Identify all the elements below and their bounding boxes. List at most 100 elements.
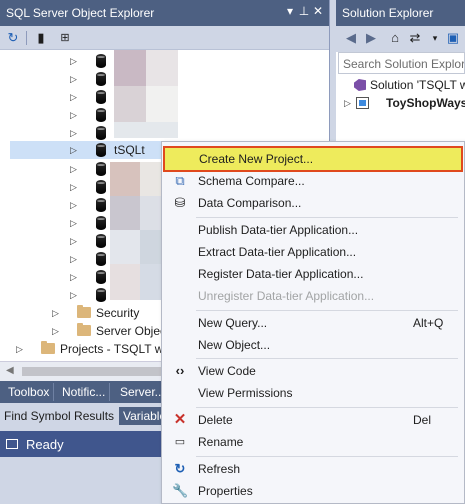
menu-item-create-new-project[interactable]: Create New Project... xyxy=(163,146,463,172)
expand-arrow-icon[interactable]: ▷ xyxy=(70,180,80,194)
menu-item-label: Properties xyxy=(198,484,253,498)
database-icon xyxy=(96,198,106,212)
pending-changes-icon[interactable]: ▣ xyxy=(444,29,462,47)
data-compare-icon: ⛁ xyxy=(174,195,186,210)
tab-notifications[interactable]: Notific... xyxy=(58,383,111,401)
redacted-name xyxy=(140,196,162,230)
menu-item-label: View Code xyxy=(198,364,256,378)
tree-row-label: tSQLt xyxy=(114,143,145,157)
expand-arrow-icon[interactable]: ▷ xyxy=(344,96,354,110)
schema-compare-icon: ⧉ xyxy=(175,173,185,188)
menu-item-label: Register Data-tier Application... xyxy=(198,267,364,281)
folder-icon xyxy=(77,323,91,336)
menu-separator xyxy=(196,310,458,311)
menu-item-label: Publish Data-tier Application... xyxy=(198,223,359,237)
menu-separator xyxy=(196,217,458,218)
add-server-icon[interactable]: ▮ xyxy=(32,29,50,47)
pin-icon[interactable]: ⊥ xyxy=(297,4,311,18)
close-icon[interactable]: ✕ xyxy=(311,4,325,18)
redacted-name xyxy=(146,50,178,86)
expand-arrow-icon[interactable]: ▷ xyxy=(70,72,80,86)
expand-arrow-icon[interactable]: ▷ xyxy=(70,162,80,176)
dropdown-icon[interactable]: ▾ xyxy=(426,29,444,47)
tab-toolbox[interactable]: Toolbox xyxy=(4,383,55,401)
tree-row-label: Projects - TSQLT wi xyxy=(60,342,167,356)
redacted-name xyxy=(110,162,140,196)
sync-icon[interactable]: ⇄ xyxy=(406,29,424,47)
redacted-name xyxy=(140,230,162,264)
expand-arrow-icon[interactable]: ▷ xyxy=(70,108,80,122)
menu-item-new-query[interactable]: New Query... Alt+Q xyxy=(164,312,462,334)
menu-separator xyxy=(196,358,458,359)
expand-arrow-icon[interactable]: ▷ xyxy=(52,324,62,338)
menu-item-new-object[interactable]: New Object... xyxy=(164,334,462,356)
expand-arrow-icon[interactable]: ▷ xyxy=(70,270,80,284)
home-icon[interactable]: ⌂ xyxy=(386,29,404,47)
forward-icon[interactable]: ▶ xyxy=(362,29,380,47)
expand-arrow-icon[interactable]: ▷ xyxy=(70,54,80,68)
solution-explorer-title-bar[interactable]: Solution Explorer xyxy=(336,0,465,26)
menu-item-refresh[interactable]: ↻ Refresh xyxy=(164,458,462,480)
menu-item-label: Schema Compare... xyxy=(198,174,305,188)
menu-item-label: New Object... xyxy=(198,338,271,352)
visual-studio-icon xyxy=(354,79,366,91)
redacted-name xyxy=(140,162,162,196)
expand-arrow-icon[interactable]: ▷ xyxy=(70,198,80,212)
menu-item-view-code[interactable]: ‹› View Code xyxy=(164,360,462,382)
database-icon xyxy=(96,108,106,122)
object-explorer-title-bar[interactable]: SQL Server Object Explorer ▾ ⊥ ✕ xyxy=(0,0,329,26)
database-icon xyxy=(96,180,106,194)
project-node[interactable]: ▷ ToyShopWays xyxy=(336,94,465,112)
menu-item-register-data-tier[interactable]: Register Data-tier Application... xyxy=(164,263,462,285)
menu-item-schema-compare[interactable]: ⧉ Schema Compare... xyxy=(164,170,462,192)
menu-item-extract-data-tier[interactable]: Extract Data-tier Application... xyxy=(164,241,462,263)
status-icon xyxy=(6,439,18,449)
expand-arrow-icon[interactable]: ▷ xyxy=(16,342,26,356)
menu-item-shortcut: Alt+Q xyxy=(413,316,444,330)
context-menu: Create New Project... ⧉ Schema Compare..… xyxy=(161,141,465,504)
solution-node[interactable]: Solution 'TSQLT wi xyxy=(336,76,465,94)
solution-search-input[interactable]: Search Solution Explore xyxy=(338,52,465,74)
menu-item-data-comparison[interactable]: ⛁ Data Comparison... xyxy=(164,192,462,214)
database-icon xyxy=(96,288,106,302)
tree-row-label: Server Objec xyxy=(96,324,167,338)
database-icon xyxy=(96,143,106,157)
project-label: ToyShopWays xyxy=(386,96,465,110)
redacted-name xyxy=(114,50,146,86)
scrollbar-thumb[interactable] xyxy=(22,367,172,376)
scroll-left-icon[interactable]: ◀ xyxy=(6,365,14,376)
status-text: Ready xyxy=(26,437,64,452)
expand-arrow-icon[interactable]: ▷ xyxy=(70,216,80,230)
database-icon xyxy=(96,54,106,68)
title-buttons: ▾ ⊥ ✕ xyxy=(283,4,325,18)
database-icon xyxy=(96,216,106,230)
menu-item-view-permissions[interactable]: View Permissions xyxy=(164,382,462,404)
database-icon xyxy=(96,162,106,176)
expand-arrow-icon[interactable]: ▷ xyxy=(52,306,62,320)
redacted-name xyxy=(110,196,140,230)
menu-item-unregister-data-tier: Unregister Data-tier Application... xyxy=(164,285,462,307)
expand-arrow-icon[interactable]: ▷ xyxy=(70,288,80,302)
object-explorer-toolbar: ↻ ▮ ⊞ xyxy=(0,26,329,50)
redacted-name xyxy=(114,122,178,138)
window-position-icon[interactable]: ▾ xyxy=(283,4,297,18)
expand-arrow-icon[interactable]: ▷ xyxy=(70,143,80,157)
back-icon[interactable]: ◀ xyxy=(342,29,360,47)
menu-separator xyxy=(196,407,458,408)
rename-icon: ▭ xyxy=(174,436,186,448)
menu-item-properties[interactable]: 🔧 Properties xyxy=(164,480,462,502)
menu-item-publish-data-tier[interactable]: Publish Data-tier Application... xyxy=(164,219,462,241)
menu-item-delete[interactable]: ✕ Delete Del xyxy=(164,409,462,431)
menu-item-rename[interactable]: ▭ Rename xyxy=(164,431,462,453)
database-icon xyxy=(96,252,106,266)
expand-arrow-icon[interactable]: ▷ xyxy=(70,252,80,266)
menu-item-label: Create New Project... xyxy=(199,152,314,166)
filter-icon[interactable]: ⊞ xyxy=(56,29,74,47)
expand-arrow-icon[interactable]: ▷ xyxy=(70,234,80,248)
tab-find-symbol-results[interactable]: Find Symbol Results xyxy=(4,409,114,423)
expand-arrow-icon[interactable]: ▷ xyxy=(70,126,80,140)
menu-separator xyxy=(196,456,458,457)
refresh-icon[interactable]: ↻ xyxy=(4,29,22,47)
expand-arrow-icon[interactable]: ▷ xyxy=(70,90,80,104)
menu-item-label: New Query... xyxy=(198,316,268,330)
